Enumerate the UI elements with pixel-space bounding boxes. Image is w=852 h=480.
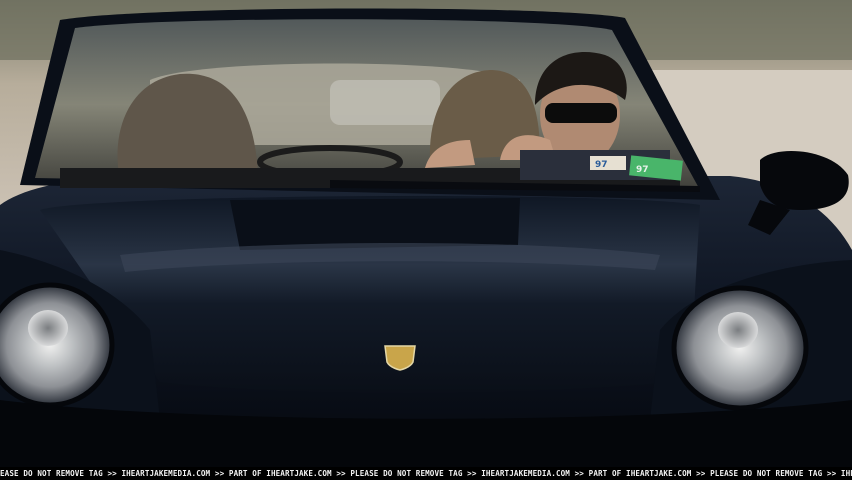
sticker-a-text: 97 (595, 160, 608, 170)
right-headlight (671, 285, 809, 411)
left-headlight (0, 282, 115, 408)
left-headlight-lens (28, 310, 68, 346)
sunglasses (545, 103, 617, 123)
right-headlight-lens (718, 312, 758, 348)
hood-vent (230, 198, 520, 250)
sticker-b-text: 97 (636, 165, 649, 175)
video-frame: 97 97 (0, 0, 852, 467)
watermark-tag: EASE DO NOT REMOVE TAG >> IHEARTJAKEMEDI… (0, 467, 852, 480)
distant-car (330, 80, 440, 125)
